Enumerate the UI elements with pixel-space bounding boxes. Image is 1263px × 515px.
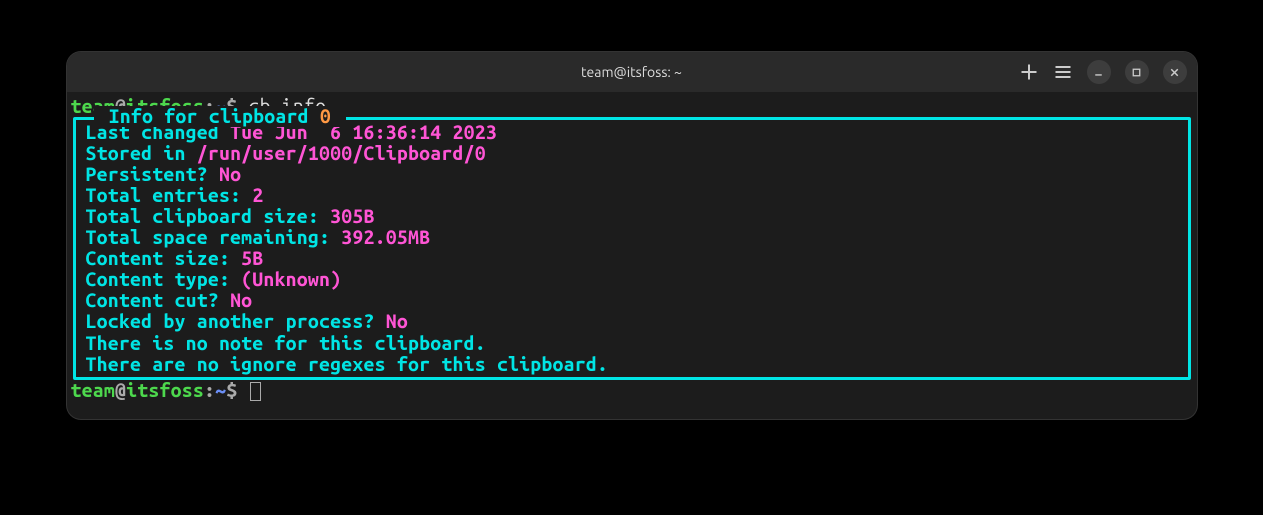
value: 305B (330, 205, 374, 227)
value: No (230, 289, 252, 311)
prompt-host: itsfoss (126, 379, 204, 401)
info-header: Info for clipboard 0 (94, 106, 347, 127)
maximize-button[interactable] (1125, 60, 1149, 84)
value: 392.05MB (341, 226, 430, 248)
value: No (386, 310, 408, 332)
menu-button[interactable] (1053, 62, 1073, 82)
info-line-persistent: Persistent? No (82, 164, 1182, 185)
label: Total entries: (86, 184, 253, 206)
prompt-path: ~ (215, 379, 226, 401)
label: Stored in (86, 142, 197, 164)
value: 5B (241, 247, 263, 269)
window-title: team@itsfoss: ~ (581, 64, 682, 80)
value: No (219, 163, 241, 185)
terminal-window: team@itsfoss: ~ team@itsfoss:~$ cb info … (67, 52, 1197, 419)
value: 2 (252, 184, 263, 206)
info-line-stored-in: Stored in /run/user/1000/Clipboard/0 (82, 143, 1182, 164)
terminal-body[interactable]: team@itsfoss:~$ cb info Info for clipboa… (67, 92, 1197, 419)
value: (Unknown) (241, 268, 341, 290)
info-header-num: 0 (320, 105, 331, 127)
info-header-prefix: Info for clipboard (98, 105, 320, 127)
info-line-content-cut: Content cut? No (82, 290, 1182, 311)
label: Content cut? (86, 289, 231, 311)
prompt-user: team (71, 379, 115, 401)
info-line-total-entries: Total entries: 2 (82, 185, 1182, 206)
prompt-colon: : (204, 379, 215, 401)
info-line-clipboard-size: Total clipboard size: 305B (82, 206, 1182, 227)
hamburger-icon (1053, 62, 1073, 82)
label: Total space remaining: (86, 226, 342, 248)
label: Persistent? (86, 163, 219, 185)
info-line-no-ignore: There are no ignore regexes for this cli… (82, 354, 1182, 375)
info-line-content-size: Content size: 5B (82, 248, 1182, 269)
new-tab-button[interactable] (1019, 62, 1039, 82)
prompt-line-2: team@itsfoss:~$ (71, 380, 1193, 401)
plus-icon (1019, 62, 1039, 82)
prompt-dollar: $ (226, 379, 248, 401)
value: /run/user/1000/Clipboard/0 (197, 142, 486, 164)
close-icon (1168, 66, 1181, 79)
titlebar: team@itsfoss: ~ (67, 52, 1197, 92)
text: There is no note for this clipboard. (86, 332, 486, 354)
window-controls (1019, 60, 1187, 84)
info-line-locked: Locked by another process? No (82, 311, 1182, 332)
label: Content size: (86, 247, 242, 269)
info-header-suffix (331, 105, 342, 127)
prompt-at: @ (115, 379, 126, 401)
info-line-space-remaining: Total space remaining: 392.05MB (82, 227, 1182, 248)
label: Content type: (86, 268, 242, 290)
label: Locked by another process? (86, 310, 386, 332)
maximize-icon (1130, 66, 1143, 79)
info-box: Info for clipboard 0 Last changed Tue Ju… (73, 117, 1191, 380)
close-button[interactable] (1163, 60, 1187, 84)
info-line-content-type: Content type: (Unknown) (82, 269, 1182, 290)
minimize-icon (1092, 66, 1105, 79)
label: Total clipboard size: (86, 205, 331, 227)
text: There are no ignore regexes for this cli… (86, 353, 609, 375)
minimize-button[interactable] (1087, 60, 1111, 84)
cursor-icon (250, 382, 261, 401)
info-line-no-note: There is no note for this clipboard. (82, 333, 1182, 354)
